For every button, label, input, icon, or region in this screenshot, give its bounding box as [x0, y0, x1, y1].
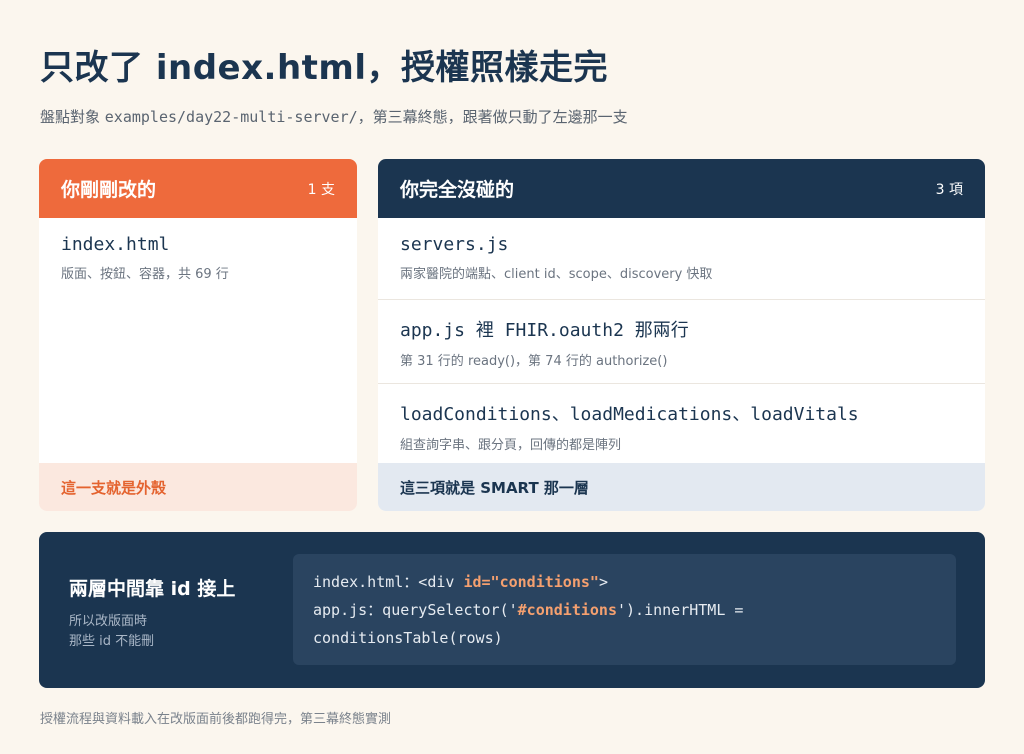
code-text: app.js：querySelector(' [313, 601, 518, 619]
page-title: 只改了 index.html，授權照樣走完 [40, 48, 608, 88]
untouched-files-count: 3 項 [935, 181, 963, 198]
code-line: index.html：<div id="conditions"> [313, 568, 936, 596]
untouched-files-title: 你完全沒碰的 [400, 179, 515, 201]
untouched-files-header: 你完全沒碰的 3 項 [378, 159, 985, 218]
subtitle-suffix: ，第三幕終態，跟著做只動了左邊那一支 [357, 108, 628, 126]
id-link-note: 所以改版面時 那些 id 不能刪 [69, 612, 154, 652]
code-text: index.html：<div [313, 573, 464, 591]
item-description: 兩家醫院的端點、client id、scope、discovery 快取 [400, 267, 713, 282]
code-text: > [598, 573, 608, 591]
code-line: conditionsTable(rows) [313, 629, 503, 647]
id-link-note-line: 所以改版面時 [69, 614, 148, 629]
footnote: 授權流程與資料載入在改版面前後都跑得完，第三幕終態實測 [40, 712, 392, 727]
code-snippet: index.html：<div id="conditions"> app.js：… [293, 554, 956, 665]
file-description: 版面、按鈕、容器，共 69 行 [61, 267, 229, 282]
file-name: index.html [61, 234, 170, 255]
changed-files-header: 你剛剛改的 1 支 [39, 159, 357, 218]
code-highlight: #conditions [517, 601, 617, 619]
id-link-panel: 兩層中間靠 id 接上 所以改版面時 那些 id 不能刪 index.html：… [39, 532, 985, 688]
list-item: app.js 裡 FHIR.oauth2 那兩行 第 31 行的 ready()… [378, 300, 985, 384]
item-name: app.js 裡 FHIR.oauth2 那兩行 [400, 320, 689, 341]
item-name: servers.js [400, 234, 509, 255]
subtitle-prefix: 盤點對象 [40, 108, 105, 126]
item-description: 第 31 行的 ready()，第 74 行的 authorize() [400, 354, 668, 369]
changed-files-title: 你剛剛改的 [61, 179, 157, 201]
changed-files-count: 1 支 [307, 181, 335, 198]
id-link-note-line: 那些 id 不能刪 [69, 634, 155, 649]
list-item: loadConditions、loadMedications、loadVital… [378, 384, 985, 466]
code-text: ').innerHTML = [617, 601, 744, 619]
code-highlight: id="conditions" [463, 573, 599, 591]
code-line: app.js：querySelector('#conditions').inne… [313, 596, 936, 624]
id-link-title: 兩層中間靠 id 接上 [69, 578, 236, 600]
list-item: index.html 版面、按鈕、容器，共 69 行 [39, 218, 357, 282]
item-name: loadConditions、loadMedications、loadVital… [400, 404, 859, 425]
item-description: 組查詢字串、跟分頁，回傳的都是陣列 [400, 438, 622, 453]
untouched-files-card: 你完全沒碰的 3 項 servers.js 兩家醫院的端點、client id、… [378, 159, 985, 511]
untouched-files-footer: 這三項就是 SMART 那一層 [378, 463, 985, 511]
changed-files-card: 你剛剛改的 1 支 index.html 版面、按鈕、容器，共 69 行 這一支… [39, 159, 357, 511]
subtitle-path: examples/day22-multi-server/ [104, 108, 358, 126]
list-item: servers.js 兩家醫院的端點、client id、scope、disco… [378, 218, 985, 300]
changed-files-footer: 這一支就是外殼 [39, 463, 357, 511]
page-subtitle: 盤點對象 examples/day22-multi-server/，第三幕終態，… [40, 106, 628, 127]
